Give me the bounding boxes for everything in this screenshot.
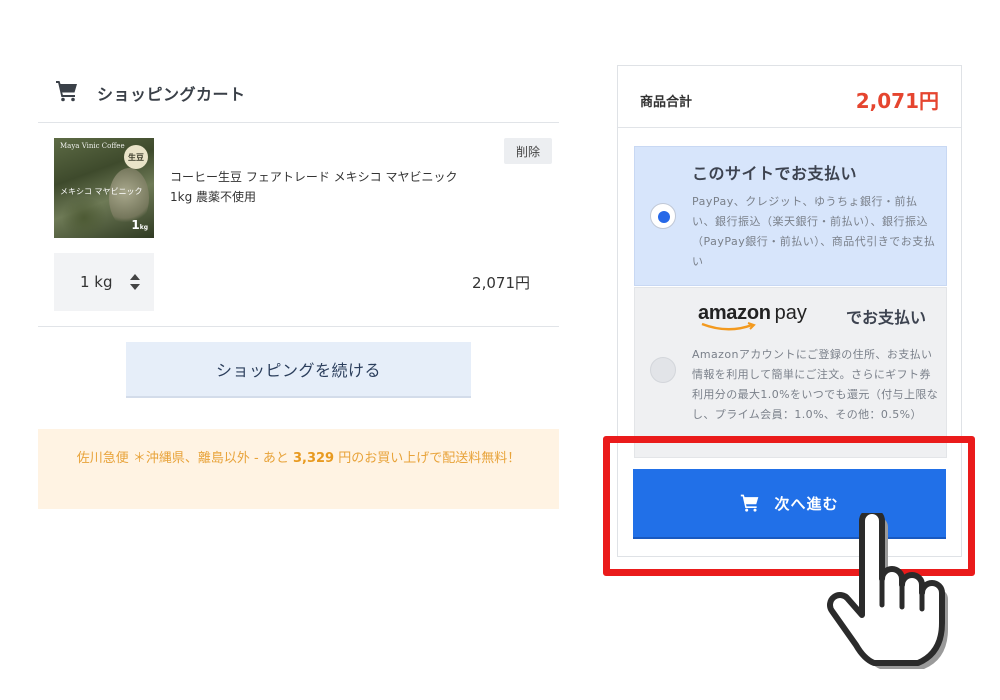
subtotal-value: 2,071円 [855, 89, 939, 113]
radio-unselected[interactable] [650, 357, 676, 383]
payment-option-title: このサイトでお支払い [692, 164, 858, 183]
shipping-notice: 佐川急便 ＊沖縄県、離島以外 - あと 3,329 円のお買い上げで配送料無料！ [38, 429, 559, 509]
product-name[interactable]: コーヒー生豆 フェアトレード メキシコ マヤビニック 1kg 農薬不使用 [170, 167, 510, 207]
summary-header: 商品合計 2,071円 [618, 66, 961, 128]
subtotal-label: 商品合計 [640, 95, 693, 110]
payment-option-description: PayPay、クレジット、ゆうちょ銀行・前払い、銀行振込（楽天銀行・前払い）、銀… [692, 195, 936, 268]
image-badge: 生豆 [124, 145, 148, 169]
line-price: 2,071円 [472, 274, 530, 292]
continue-shopping-button[interactable]: ショッピングを続ける [126, 342, 471, 398]
cart-header: ショッピングカート [55, 78, 246, 108]
image-product-name: メキシコ マヤビニック [60, 187, 143, 196]
divider [38, 122, 559, 123]
payment-option-description: Amazonアカウントにご登録の住所、お支払い情報を利用して簡単にご注文。さらに… [692, 348, 939, 421]
cart-title: ショッピングカート [97, 85, 246, 104]
product-image[interactable]: Maya Vinic Coffee 生豆 メキシコ マヤビニック 1kg [54, 138, 154, 238]
amazon-smile-icon [701, 322, 756, 331]
up-down-arrows-icon [130, 274, 140, 290]
image-brand-text: Maya Vinic Coffee [60, 142, 125, 150]
payment-option-site[interactable]: このサイトでお支払い PayPay、クレジット、ゆうちょ銀行・前払い、銀行振込（… [634, 146, 947, 286]
divider [38, 326, 559, 327]
radio-selected[interactable] [650, 203, 676, 229]
quantity-select[interactable]: 1 kg [54, 253, 154, 311]
pointing-hand-icon [827, 513, 948, 669]
payment-option-title: でお支払い [846, 308, 927, 327]
next-step-label: 次へ進む [774, 495, 839, 513]
payment-option-amazon-pay[interactable]: amazon pay でお支払い Amazonアカウントにご登録の住所、お支払い… [634, 287, 947, 458]
cart-icon [55, 79, 79, 107]
delete-button[interactable]: 削除 [504, 138, 552, 164]
amazon-pay-logo: amazon pay [698, 302, 807, 331]
quantity-value: 1 kg [80, 273, 113, 291]
image-weight: 1kg [131, 218, 148, 232]
cart-icon [741, 494, 759, 512]
